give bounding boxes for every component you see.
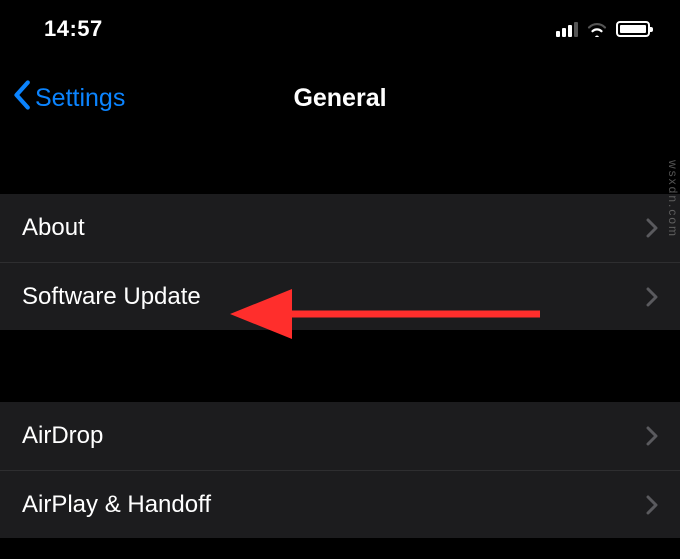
status-time: 14:57 xyxy=(44,16,103,42)
row-label: Software Update xyxy=(22,283,201,311)
battery-icon xyxy=(616,21,650,37)
settings-section: About Software Update xyxy=(0,194,680,330)
chevron-right-icon xyxy=(646,218,658,238)
row-airplay-handoff[interactable]: AirPlay & Handoff xyxy=(0,470,680,538)
wifi-icon xyxy=(586,21,608,37)
chevron-right-icon xyxy=(646,287,658,307)
chevron-left-icon xyxy=(12,80,31,117)
cellular-signal-icon xyxy=(556,21,578,37)
row-airdrop[interactable]: AirDrop xyxy=(0,402,680,470)
row-label: About xyxy=(22,214,85,242)
settings-section: AirDrop AirPlay & Handoff xyxy=(0,402,680,538)
row-label: AirDrop xyxy=(22,422,103,450)
row-label: AirPlay & Handoff xyxy=(22,491,211,519)
navigation-bar: Settings General xyxy=(0,58,680,138)
row-about[interactable]: About xyxy=(0,194,680,262)
back-label: Settings xyxy=(35,84,125,113)
watermark: wsxdn.com xyxy=(666,160,680,238)
status-bar: 14:57 xyxy=(0,0,680,58)
section-gap xyxy=(0,330,680,402)
chevron-right-icon xyxy=(646,426,658,446)
status-icons xyxy=(556,21,650,37)
section-gap xyxy=(0,138,680,194)
row-software-update[interactable]: Software Update xyxy=(0,262,680,330)
chevron-right-icon xyxy=(646,495,658,515)
back-button[interactable]: Settings xyxy=(12,80,125,117)
